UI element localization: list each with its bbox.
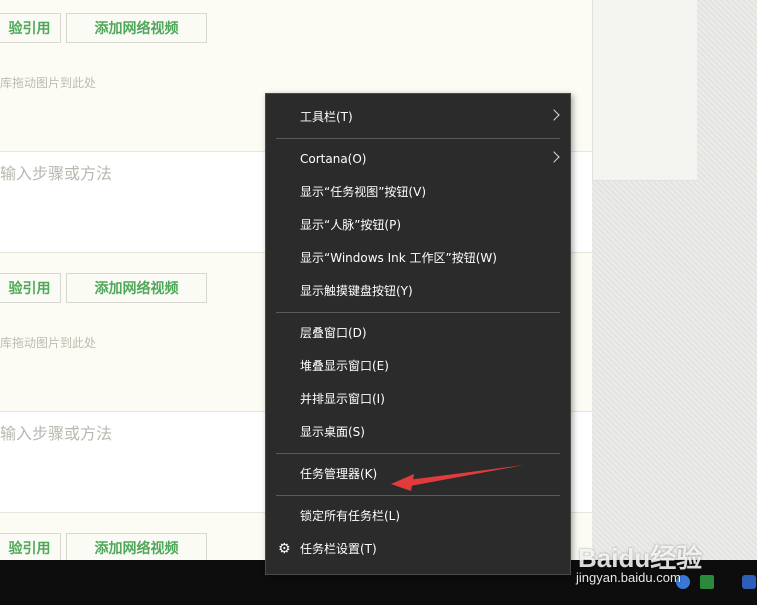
tray-app-icon[interactable]: [742, 575, 756, 589]
menu-item-show-task-view[interactable]: 显示“任务视图”按钮(V): [266, 176, 570, 209]
menu-item-label: 显示触摸键盘按钮(Y): [300, 284, 413, 298]
add-reference-button[interactable]: 验引用: [0, 273, 61, 303]
menu-item-label: 工具栏(T): [300, 110, 353, 124]
menu-item-label: 锁定所有任务栏(L): [300, 509, 401, 523]
menu-item-show-people[interactable]: 显示“人脉”按钮(P): [266, 209, 570, 242]
taskbar-context-menu: 工具栏(T) Cortana(O) 显示“任务视图”按钮(V) 显示“人脉”按钮…: [265, 93, 571, 575]
menu-separator: [276, 495, 560, 496]
menu-separator: [276, 312, 560, 313]
menu-item-show-ink-workspace[interactable]: 显示“Windows Ink 工作区”按钮(W): [266, 242, 570, 275]
side-panel: [592, 0, 697, 181]
menu-item-label: 并排显示窗口(I): [300, 392, 385, 406]
menu-item-toolbars[interactable]: 工具栏(T): [266, 101, 570, 134]
watermark-url: jingyan.baidu.com: [576, 570, 681, 585]
add-video-button[interactable]: 添加网络视频: [66, 273, 207, 303]
drag-image-hint: 库拖动图片到此处: [0, 76, 97, 90]
menu-item-label: Cortana(O): [300, 152, 367, 166]
menu-separator: [276, 138, 560, 139]
drag-image-hint: 库拖动图片到此处: [0, 336, 97, 350]
add-video-button[interactable]: 添加网络视频: [66, 533, 207, 563]
menu-item-label: 显示桌面(S): [300, 425, 365, 439]
menu-item-label: 堆叠显示窗口(E): [300, 359, 389, 373]
menu-item-lock-taskbars[interactable]: 锁定所有任务栏(L): [266, 500, 570, 533]
menu-item-label: 任务管理器(K): [300, 467, 378, 481]
menu-item-stacked[interactable]: 堆叠显示窗口(E): [266, 350, 570, 383]
add-video-button[interactable]: 添加网络视频: [66, 13, 207, 43]
menu-item-label: 显示“人脉”按钮(P): [300, 218, 402, 232]
step-input-placeholder: 输入步骤或方法: [0, 164, 113, 183]
menu-item-show-desktop[interactable]: 显示桌面(S): [266, 416, 570, 449]
menu-item-label: 显示“Windows Ink 工作区”按钮(W): [300, 251, 497, 265]
menu-item-cortana[interactable]: Cortana(O): [266, 143, 570, 176]
menu-item-label: 显示“任务视图”按钮(V): [300, 185, 427, 199]
gear-icon: ⚙: [278, 541, 291, 557]
chevron-right-icon: [548, 109, 560, 121]
add-reference-button[interactable]: 验引用: [0, 533, 61, 563]
menu-item-taskbar-settings[interactable]: ⚙ 任务栏设置(T): [266, 533, 570, 566]
menu-item-label: 任务栏设置(T): [300, 542, 377, 556]
menu-item-label: 层叠窗口(D): [300, 326, 367, 340]
menu-item-side-by-side[interactable]: 并排显示窗口(I): [266, 383, 570, 416]
add-reference-button[interactable]: 验引用: [0, 13, 61, 43]
step-input-placeholder: 输入步骤或方法: [0, 424, 113, 443]
menu-item-show-touch-keyboard[interactable]: 显示触摸键盘按钮(Y): [266, 275, 570, 308]
chevron-right-icon: [548, 151, 560, 163]
menu-item-task-manager[interactable]: 任务管理器(K): [266, 458, 570, 491]
tray-app-icon[interactable]: [700, 575, 714, 589]
menu-item-cascade[interactable]: 层叠窗口(D): [266, 317, 570, 350]
menu-separator: [276, 453, 560, 454]
